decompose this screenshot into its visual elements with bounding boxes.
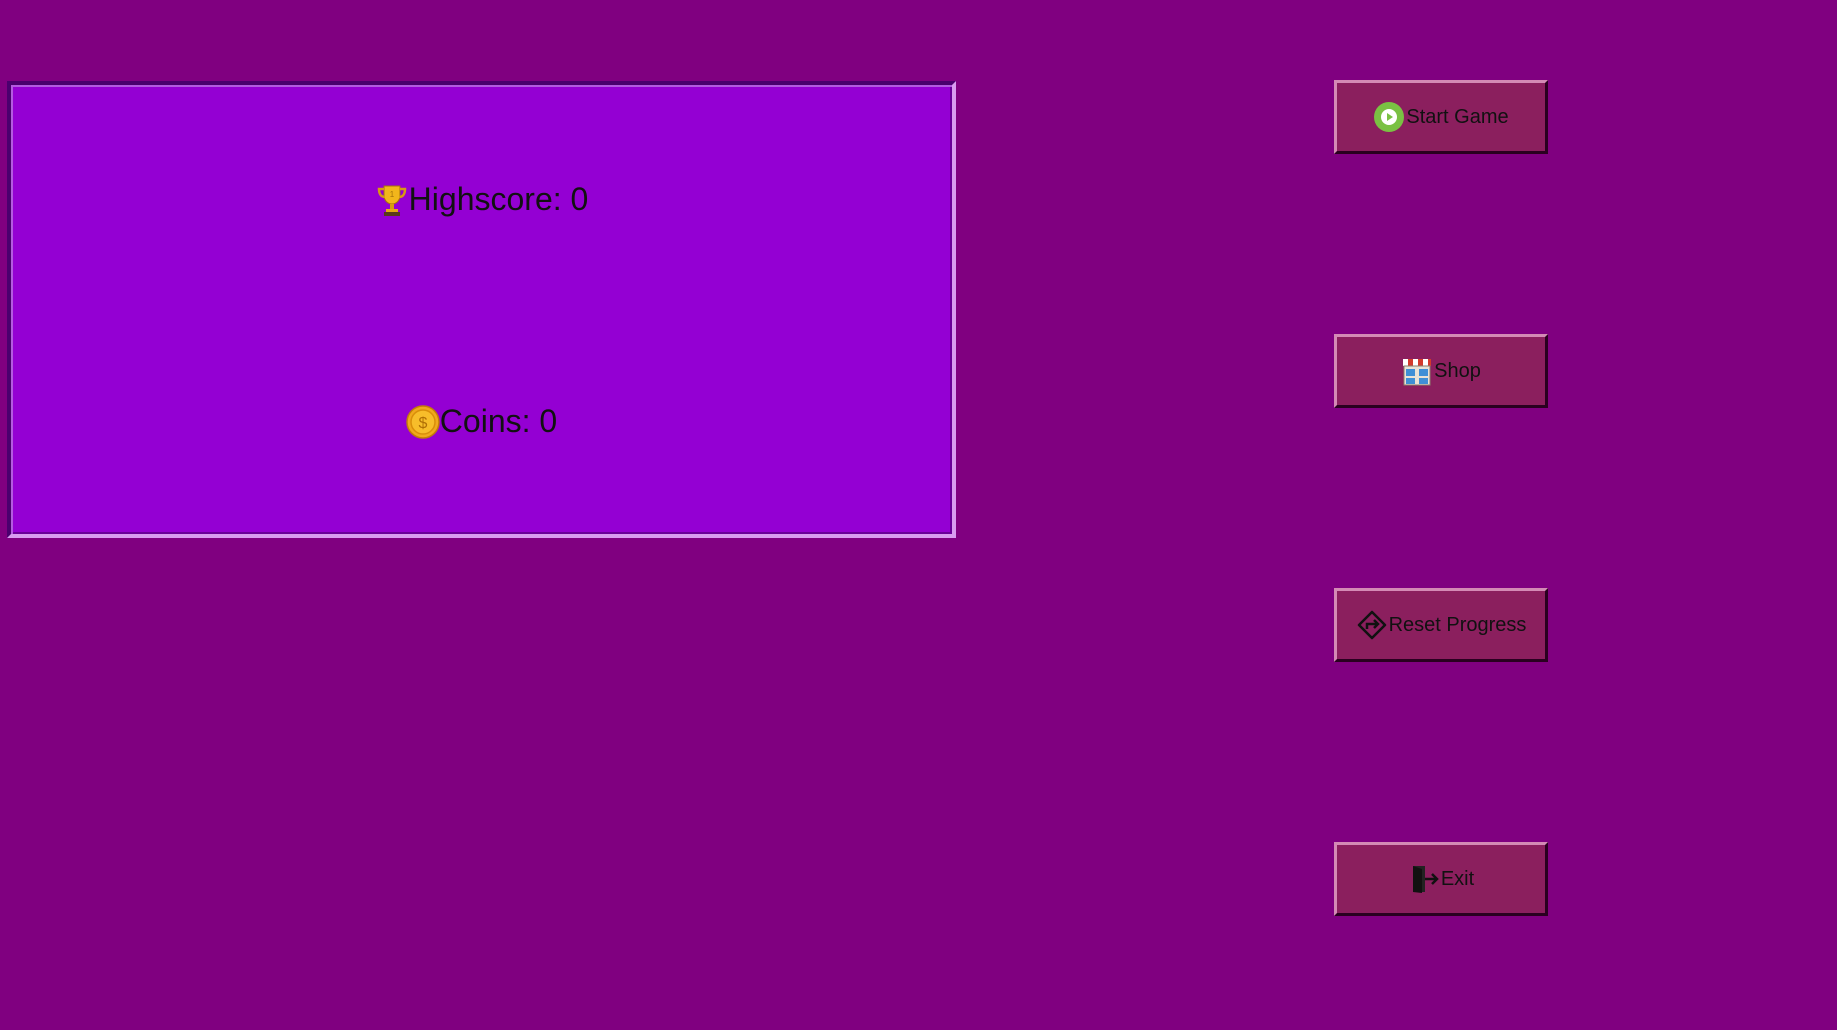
coin-icon: $	[406, 404, 440, 439]
exit-label: Exit	[1440, 867, 1475, 890]
reset-progress-label: Reset Progress	[1388, 613, 1527, 636]
stats-panel: 1 Highscore: 0 $ Coins: 0	[7, 81, 956, 538]
exit-button[interactable]: Exit	[1334, 842, 1548, 916]
reset-icon	[1356, 609, 1388, 641]
shop-button[interactable]: Shop	[1334, 334, 1548, 408]
svg-text:$: $	[418, 415, 427, 432]
start-game-button[interactable]: Start Game	[1334, 80, 1548, 154]
coins-display: $ Coins: 0	[11, 403, 952, 440]
reset-progress-button[interactable]: Reset Progress	[1334, 588, 1548, 662]
coins-label: Coins: 0	[439, 403, 558, 439]
play-icon	[1373, 101, 1405, 133]
svg-text:1: 1	[389, 190, 394, 199]
trophy-icon: 1	[375, 183, 409, 217]
start-game-label: Start Game	[1406, 105, 1509, 128]
shop-label: Shop	[1434, 359, 1481, 382]
highscore-display: 1 Highscore: 0	[11, 181, 952, 218]
main-menu-screen: 1 Highscore: 0 $ Coins: 0 Start Game Sho…	[0, 0, 1837, 1030]
highscore-label: Highscore: 0	[408, 181, 589, 217]
store-icon	[1401, 355, 1433, 387]
exit-door-icon	[1408, 863, 1440, 895]
